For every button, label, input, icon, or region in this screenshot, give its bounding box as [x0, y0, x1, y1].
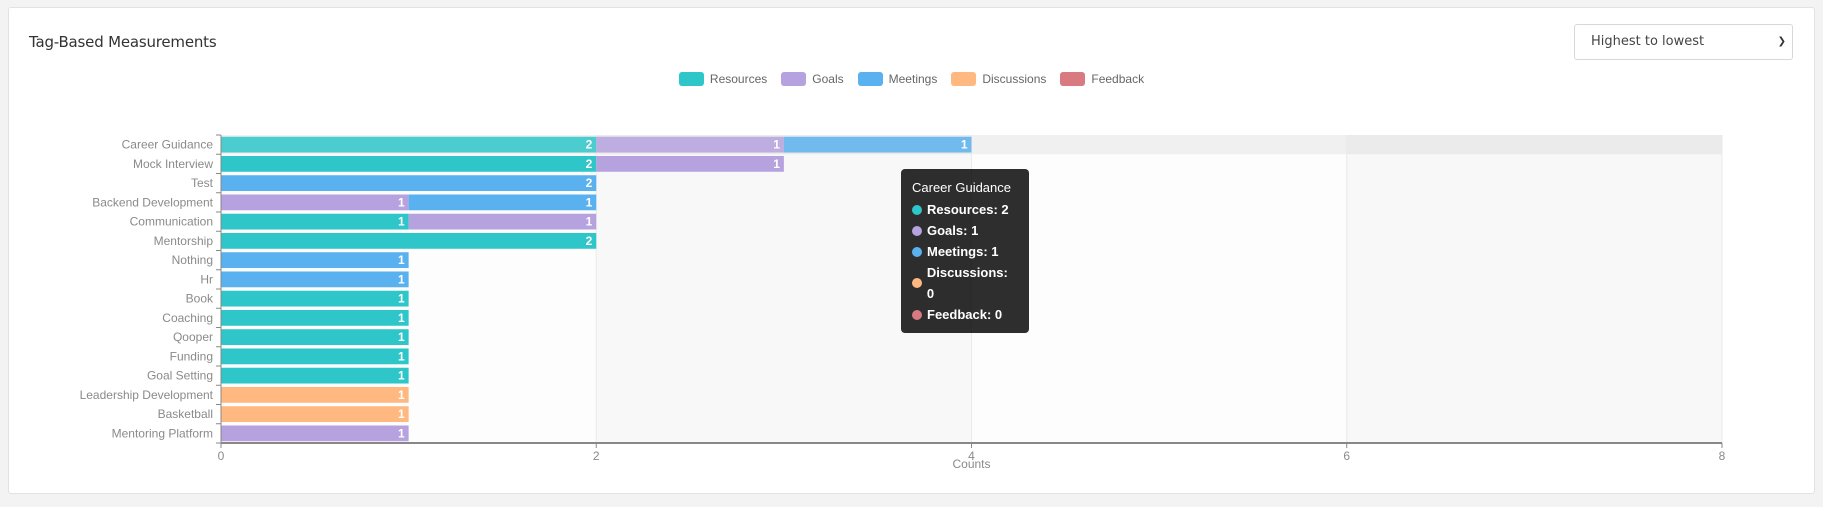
x-axis-title: Counts [952, 457, 990, 471]
x-tick-label: 0 [218, 449, 225, 463]
bar-data-label: 2 [586, 138, 593, 152]
y-tick-label: Backend Development [92, 195, 213, 209]
grid-band [1346, 135, 1722, 443]
bar-resources[interactable] [221, 155, 597, 172]
tooltip-dot-icon [912, 278, 922, 288]
bar-data-label: 1 [398, 330, 405, 344]
bar-resources[interactable] [221, 367, 409, 384]
bar-resources[interactable] [221, 136, 597, 153]
bar-meetings[interactable] [408, 194, 597, 211]
y-tick-label: Basketball [158, 407, 213, 421]
tooltip-row: Discussions: 0 [912, 262, 1018, 304]
y-tick-label: Communication [130, 215, 213, 229]
bar-discussions[interactable] [221, 386, 409, 403]
bar-goals[interactable] [408, 213, 597, 230]
bar-data-label: 1 [398, 311, 405, 325]
bar-goals[interactable] [221, 194, 409, 211]
tooltip-dot-icon [912, 225, 922, 236]
tooltip-row: Feedback: 0 [912, 304, 1018, 325]
bar-data-label: 1 [773, 157, 780, 171]
bar-resources[interactable] [221, 232, 597, 249]
bar-resources[interactable] [221, 348, 409, 365]
tooltip-row: Goals: 1 [912, 220, 1018, 241]
bar-data-label: 1 [398, 292, 405, 306]
tooltip-title: Career Guidance [912, 180, 1011, 195]
bar-data-label: 2 [586, 157, 593, 171]
y-tick-label: Mentoring Platform [112, 426, 213, 440]
y-tick-label: Hr [200, 272, 213, 286]
y-tick-label: Test [191, 176, 214, 190]
bar-meetings[interactable] [783, 136, 972, 153]
bar-meetings[interactable] [221, 271, 409, 288]
tooltip-dot-icon [912, 204, 922, 215]
bar-goals[interactable] [596, 136, 784, 153]
bar-data-label: 1 [586, 215, 593, 229]
y-tick-label: Mock Interview [133, 157, 213, 171]
x-tick-label: 2 [593, 449, 600, 463]
tooltip-row-label: Discussions: 0 [926, 265, 1008, 301]
tooltip-row: Meetings: 1 [912, 241, 1018, 262]
y-tick-label: Book [186, 292, 214, 306]
tooltip-row-label: Meetings: 1 [927, 244, 999, 259]
y-tick-label: Leadership Development [80, 388, 214, 402]
bar-meetings[interactable] [221, 252, 409, 269]
tooltip-row-label: Resources: 2 [927, 202, 1009, 217]
tooltip-row-label: Goals: 1 [927, 223, 979, 238]
bar-data-label: 1 [398, 369, 405, 383]
bar-resources[interactable] [221, 290, 409, 307]
y-tick-label: Mentorship [154, 234, 214, 248]
x-tick-label: 8 [1719, 449, 1726, 463]
bar-meetings[interactable] [221, 175, 597, 192]
tooltip-row-label: Feedback: 0 [927, 307, 1003, 322]
bar-data-label: 1 [398, 407, 405, 421]
tooltip-row: Resources: 2 [912, 199, 1018, 220]
bar-data-label: 1 [398, 195, 405, 209]
y-tick-label: Qooper [173, 330, 213, 344]
x-tick-label: 6 [1343, 449, 1350, 463]
bar-data-label: 2 [586, 234, 593, 248]
y-tick-label: Funding [170, 349, 213, 363]
bar-data-label: 2 [586, 176, 593, 190]
bar-goals[interactable] [221, 425, 409, 442]
bar-data-label: 1 [398, 253, 405, 267]
bar-data-label: 1 [398, 349, 405, 363]
bar-data-label: 1 [961, 138, 968, 152]
bar-data-label: 1 [398, 388, 405, 402]
y-tick-label: Coaching [162, 311, 213, 325]
bar-goals[interactable] [596, 155, 784, 172]
bar-data-label: 1 [398, 426, 405, 440]
y-tick-label: Goal Setting [147, 369, 213, 383]
tooltip-dot-icon [912, 246, 922, 257]
y-tick-label: Career Guidance [122, 138, 214, 152]
tooltip-dot-icon [912, 309, 922, 320]
bar-resources[interactable] [221, 329, 409, 346]
bar-data-label: 1 [773, 138, 780, 152]
bar-resources[interactable] [221, 309, 409, 326]
chart-tooltip: Career Guidance Resources: 2 Goals: 1 Meet… [901, 169, 1029, 333]
bar-data-label: 1 [586, 195, 593, 209]
bar-data-label: 1 [398, 272, 405, 286]
bar-data-label: 1 [398, 215, 405, 229]
bar-discussions[interactable] [221, 406, 409, 423]
y-tick-label: Nothing [172, 253, 213, 267]
bar-resources[interactable] [221, 213, 409, 230]
